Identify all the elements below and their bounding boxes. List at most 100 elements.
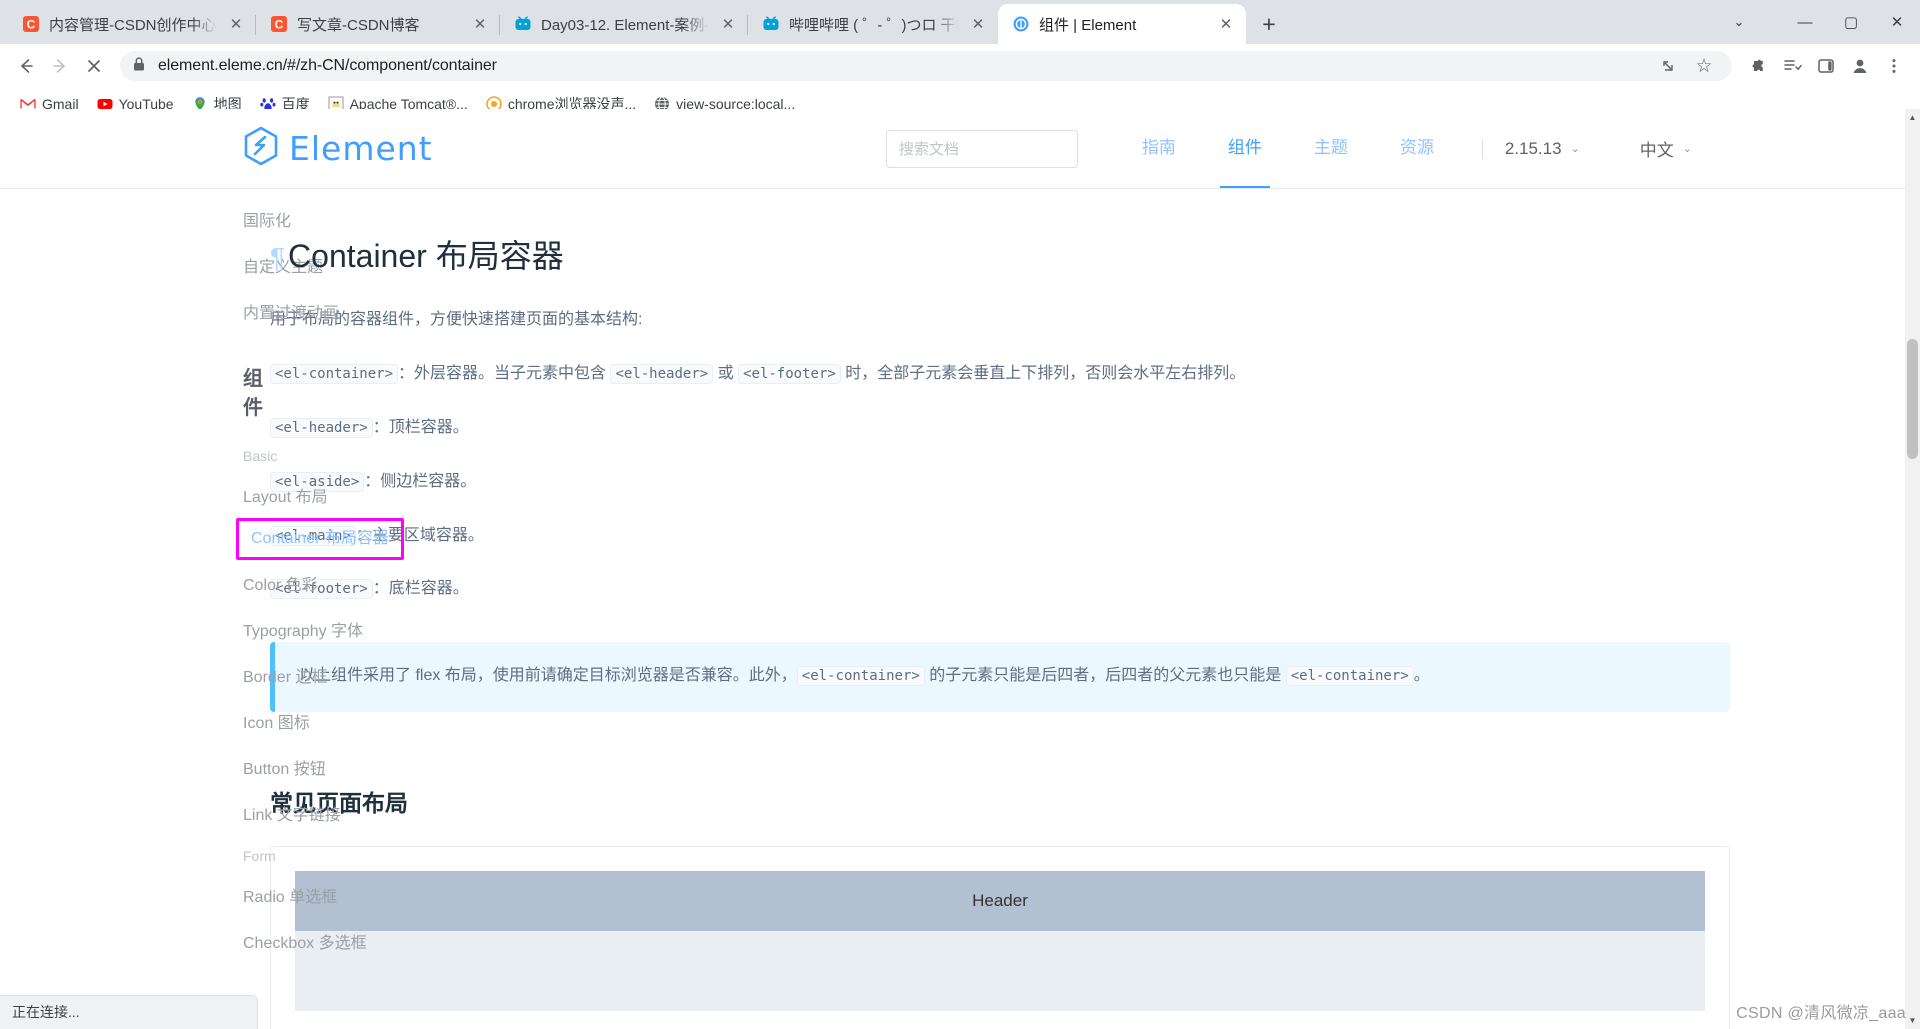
tip-part-3: 。 bbox=[1413, 667, 1430, 685]
search-input[interactable]: 搜索文档 bbox=[885, 129, 1078, 168]
side-panel-icon[interactable] bbox=[1810, 50, 1842, 82]
tab-close-button[interactable]: ✕ bbox=[470, 14, 490, 34]
version-label: 2.15.13 bbox=[1504, 138, 1562, 158]
element-docs-page: Element 搜索文档 指南 组件 主题 资源 2.15.13 ⌄ 中文 ⌄ … bbox=[0, 109, 1920, 1029]
def-text-before: ：外层容器。当子元素中包含 bbox=[398, 365, 611, 383]
browser-tab-4[interactable]: 哔哩哔哩 ( ゜- ゜)つロ 干杯~-bili ✕ bbox=[747, 4, 998, 44]
tip-part-1: 以上组件采用了 flex 布局，使用前请确定目标浏览器是否兼容。此外， bbox=[299, 667, 797, 685]
browser-tab-5-active[interactable]: 组件 | Element ✕ bbox=[998, 4, 1246, 44]
tab-close-button[interactable]: ✕ bbox=[226, 14, 246, 34]
definition-aside: <el-aside> ：侧边栏容器。 bbox=[270, 470, 1730, 495]
svg-text:C: C bbox=[275, 18, 284, 32]
code-el-container: <el-container> bbox=[1285, 666, 1414, 687]
close-window-button[interactable]: ✕ bbox=[1874, 0, 1920, 44]
header-right: 搜索文档 指南 组件 主题 资源 2.15.13 ⌄ 中文 ⌄ bbox=[885, 109, 1692, 188]
version-selector[interactable]: 2.15.13 ⌄ bbox=[1505, 139, 1580, 159]
puzzle-icon[interactable] bbox=[1742, 50, 1774, 82]
section-title-common-layouts: 常见页面布局 bbox=[270, 790, 408, 817]
svg-text:C: C bbox=[27, 18, 36, 32]
definition-main: <el-main> ：主要区域容器。 bbox=[270, 524, 1730, 549]
sidebar-item-container[interactable]: Container 布局容器 bbox=[236, 518, 404, 560]
minimize-button[interactable]: — bbox=[1782, 0, 1828, 44]
url-text[interactable]: element.eleme.cn/#/zh-CN/component/conta… bbox=[158, 57, 497, 75]
def-text: ：顶栏容器。 bbox=[372, 418, 469, 436]
brand-text: Element bbox=[289, 129, 433, 168]
stop-loading-icon[interactable] bbox=[78, 50, 110, 82]
bookmark-star-icon[interactable]: ☆ bbox=[1688, 50, 1720, 82]
forward-icon[interactable] bbox=[44, 50, 76, 82]
tab-title: 内容管理-CSDN创作中心 bbox=[49, 16, 217, 34]
status-bubble: 正在连接... bbox=[0, 995, 258, 1029]
page-scrollbar[interactable]: ▲ ▼ bbox=[1905, 109, 1920, 1029]
language-label: 中文 bbox=[1639, 141, 1674, 160]
page-viewport: Element 搜索文档 指南 组件 主题 资源 2.15.13 ⌄ 中文 ⌄ … bbox=[0, 109, 1920, 1029]
element-icon bbox=[1012, 15, 1030, 33]
element-logo-icon bbox=[243, 126, 279, 171]
element-brand[interactable]: Element bbox=[243, 126, 433, 171]
browser-toolbar: element.eleme.cn/#/zh-CN/component/conta… bbox=[0, 44, 1920, 88]
page-title: ¶ Container 布局容器 bbox=[270, 237, 1730, 275]
tip-callout: 以上组件采用了 flex 布局，使用前请确定目标浏览器是否兼容。此外， <el-c… bbox=[270, 642, 1730, 713]
window-controls: ⌄ — ▢ ✕ bbox=[1716, 0, 1920, 44]
language-selector[interactable]: 中文 ⌄ bbox=[1640, 136, 1692, 161]
maximize-button[interactable]: ▢ bbox=[1828, 0, 1874, 44]
nav-item-components[interactable]: 组件 bbox=[1202, 109, 1288, 188]
code-el-footer: <el-footer> bbox=[738, 364, 841, 385]
demo-main bbox=[295, 931, 1705, 1012]
scroll-up-arrow-icon[interactable]: ▲ bbox=[1905, 109, 1920, 126]
scroll-down-arrow-icon[interactable]: ▼ bbox=[1905, 1012, 1920, 1029]
chevron-down-icon: ⌄ bbox=[1570, 143, 1580, 155]
sidebar-nav: 国际化 自定义主题 内置过渡动画 组件 Basic Layout 布局 Cont… bbox=[0, 190, 404, 964]
chevron-down-icon: ⌄ bbox=[1682, 143, 1692, 155]
nav-item-resources[interactable]: 资源 bbox=[1374, 109, 1460, 188]
page-title-text: Container 布局容器 bbox=[288, 238, 564, 274]
chrome-menu-icon[interactable] bbox=[1878, 50, 1910, 82]
site-header: Element 搜索文档 指南 组件 主题 资源 2.15.13 ⌄ 中文 ⌄ bbox=[0, 109, 1920, 189]
browser-window: C 内容管理-CSDN创作中心 ✕ C 写文章-CSDN博客 ✕ Day03-1… bbox=[0, 0, 1920, 1029]
page-body: 国际化 自定义主题 内置过渡动画 组件 Basic Layout 布局 Cont… bbox=[0, 189, 1920, 1029]
watermark: CSDN @清风微凉_aaa bbox=[1736, 1005, 1906, 1022]
definition-footer: <el-footer> ：底栏容器。 bbox=[270, 577, 1730, 602]
scrollbar-thumb[interactable] bbox=[1907, 339, 1918, 459]
search-placeholder: 搜索文档 bbox=[898, 141, 959, 158]
definition-container: <el-container> ：外层容器。当子元素中包含 <el-header> … bbox=[270, 362, 1730, 387]
def-text-mid: 或 bbox=[713, 365, 739, 383]
profile-icon[interactable] bbox=[1844, 50, 1876, 82]
browser-tab-3[interactable]: Day03-12. Element-案例-基本页 ✕ bbox=[499, 4, 748, 44]
code-el-container: <el-container> bbox=[270, 364, 399, 385]
tab-title: Day03-12. Element-案例-基本页 bbox=[541, 16, 709, 34]
code-el-container: <el-container> bbox=[796, 666, 925, 687]
def-text-after: 时，全部子元素会垂直上下排列，否则会水平左右排列。 bbox=[840, 365, 1246, 383]
tab-strip: C 内容管理-CSDN创作中心 ✕ C 写文章-CSDN博客 ✕ Day03-1… bbox=[0, 0, 1920, 44]
layout-demo-block: Header bbox=[270, 846, 1730, 1029]
tab-title: 写文章-CSDN博客 bbox=[297, 16, 420, 34]
code-el-header: <el-header> bbox=[610, 364, 714, 385]
tab-close-button[interactable]: ✕ bbox=[1216, 14, 1236, 34]
browser-tab-2[interactable]: C 写文章-CSDN博客 ✕ bbox=[255, 4, 500, 44]
bilibili-icon bbox=[514, 15, 532, 33]
nav-item-theme[interactable]: 主题 bbox=[1288, 109, 1374, 188]
chevron-down-icon[interactable]: ⌄ bbox=[1716, 0, 1762, 44]
code-el-header: <el-header> bbox=[270, 417, 373, 438]
back-icon[interactable] bbox=[10, 50, 42, 82]
address-bar[interactable]: element.eleme.cn/#/zh-CN/component/conta… bbox=[120, 51, 1732, 81]
def-text: ：底栏容器。 bbox=[372, 580, 469, 598]
def-text: ：侧边栏容器。 bbox=[364, 472, 477, 490]
csdn-icon: C bbox=[270, 15, 288, 33]
docs-main: ¶ Container 布局容器 用于布局的容器组件，方便快速搭建页面的基本结构… bbox=[243, 189, 1920, 1029]
tip-part-2: 的子元素只能是后四者，后四者的父元素也只能是 bbox=[924, 667, 1286, 685]
nav-item-guide[interactable]: 指南 bbox=[1116, 109, 1202, 188]
docs-sidebar: 国际化 自定义主题 内置过渡动画 组件 Basic Layout 布局 Cont… bbox=[0, 189, 404, 1029]
reading-list-icon[interactable] bbox=[1776, 50, 1808, 82]
intro-paragraph: 用于布局的容器组件，方便快速搭建页面的基本结构: bbox=[270, 311, 643, 329]
tab-title: 组件 | Element bbox=[1039, 16, 1137, 34]
site-nav: 指南 组件 主题 资源 bbox=[1116, 109, 1460, 188]
share-icon[interactable] bbox=[1652, 50, 1684, 82]
anchor-pilcrow-icon[interactable]: ¶ bbox=[270, 241, 285, 275]
demo-header: Header bbox=[295, 871, 1705, 932]
new-tab-button[interactable]: + bbox=[1254, 9, 1284, 39]
browser-tab-1[interactable]: C 内容管理-CSDN创作中心 ✕ bbox=[8, 4, 256, 44]
tab-title: 哔哩哔哩 ( ゜- ゜)つロ 干杯~-bili bbox=[789, 16, 959, 34]
tab-close-button[interactable]: ✕ bbox=[718, 14, 738, 34]
tab-close-button[interactable]: ✕ bbox=[968, 14, 988, 34]
